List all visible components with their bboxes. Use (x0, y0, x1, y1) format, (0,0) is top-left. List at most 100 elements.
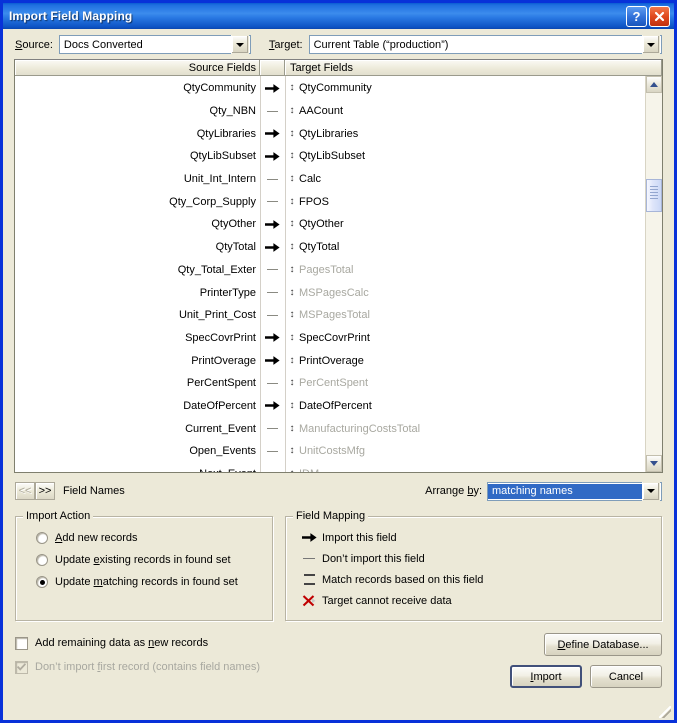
dash-icon[interactable] (260, 178, 285, 180)
dash-icon[interactable] (260, 428, 285, 430)
arrange-by-dropdown[interactable]: matching names (487, 481, 662, 501)
drag-handle-icon[interactable]: ↕ (285, 83, 299, 93)
table-row[interactable]: Qty_Corp_Supply ↕ FPOS (15, 190, 645, 213)
target-field-name: PerCentSpent (299, 377, 369, 390)
title-bar[interactable]: Import Field Mapping ? (3, 3, 674, 29)
arrow-icon[interactable] (260, 151, 285, 162)
window-title: Import Field Mapping (9, 9, 133, 23)
import-action-group: Import Action Add new records Update exi… (15, 510, 273, 621)
import-button[interactable]: Import (510, 665, 582, 688)
arrow-icon[interactable] (260, 128, 285, 139)
table-row[interactable]: QtyTotal ↕ QtyTotal (15, 236, 645, 259)
table-row[interactable]: Qty_NBN ↕ AACount (15, 100, 645, 123)
table-row[interactable]: SpecCovrPrint ↕ SpecCovrPrint (15, 327, 645, 350)
scroll-up-button[interactable] (646, 76, 662, 93)
dash-icon[interactable] (260, 382, 285, 384)
drag-handle-icon[interactable]: ↕ (285, 446, 299, 456)
define-database-label: Define Database... (557, 638, 649, 651)
scrollbar-track[interactable] (646, 93, 662, 455)
table-row[interactable]: QtyLibSubset ↕ QtyLibSubset (15, 145, 645, 168)
dash-icon[interactable] (260, 110, 285, 112)
column-header-target[interactable]: Target Fields (285, 60, 662, 75)
source-field-name: Next_Event (15, 468, 260, 472)
arrange-by-value: matching names (488, 483, 642, 499)
scrollbar-thumb[interactable] (646, 179, 662, 213)
drag-handle-icon[interactable]: ↕ (285, 423, 299, 434)
table-row[interactable]: Unit_Print_Cost ↕ MSPagesTotal (15, 304, 645, 327)
list-scrollbar[interactable] (645, 76, 662, 472)
arrow-icon[interactable] (260, 400, 285, 411)
drag-handle-icon[interactable]: ↕ (285, 310, 299, 320)
table-row[interactable]: Unit_Int_Intern ↕ Calc (15, 168, 645, 191)
import-field-mapping-dialog: Import Field Mapping ? Source: Docs Conv… (0, 0, 677, 723)
dash-icon (294, 558, 322, 559)
drag-handle-icon[interactable]: ↕ (285, 332, 299, 343)
drag-handle-icon[interactable]: ↕ (285, 151, 299, 161)
arrow-icon[interactable] (260, 332, 285, 343)
drag-handle-icon[interactable]: ↕ (285, 128, 299, 139)
dash-icon[interactable] (260, 201, 285, 203)
next-button[interactable]: >> (35, 482, 55, 500)
close-icon[interactable] (649, 5, 670, 27)
arrow-icon[interactable] (260, 219, 285, 230)
table-row[interactable]: QtyCommunity ↕ QtyCommunity (15, 77, 645, 100)
resize-grip-icon[interactable] (659, 706, 671, 718)
table-row[interactable]: DateOfPercent ↕ DateOfPercent (15, 395, 645, 418)
table-row[interactable]: QtyLibraries ↕ QtyLibraries (15, 122, 645, 145)
define-database-button[interactable]: Define Database... (544, 633, 662, 656)
source-label: Source: (15, 38, 53, 51)
column-divider (260, 76, 261, 472)
source-dropdown[interactable]: Docs Converted (58, 35, 251, 54)
arrow-icon[interactable] (260, 355, 285, 366)
red-x-icon (294, 594, 322, 607)
target-field-name: UnitCostsMfg (299, 445, 366, 458)
dash-icon[interactable] (260, 314, 285, 316)
radio-update-matching-records[interactable]: Update matching records in found set (24, 571, 264, 593)
table-row[interactable]: QtyOther ↕ QtyOther (15, 213, 645, 236)
target-dropdown[interactable]: Current Table (“production”) (308, 35, 662, 54)
table-row[interactable]: Next_Event ↕IDM (15, 463, 645, 472)
radio-add-new-records[interactable]: Add new records (24, 527, 264, 549)
arrow-icon[interactable] (260, 83, 285, 94)
radio-label: Add new records (55, 532, 138, 544)
table-row[interactable]: Qty_Total_Exter ↕ PagesTotal (15, 259, 645, 282)
drag-handle-icon[interactable]: ↕ (285, 219, 299, 229)
help-icon[interactable]: ? (626, 5, 647, 27)
source-field-name: PrinterType (199, 286, 256, 299)
drag-handle-icon[interactable]: ↕ (285, 355, 299, 366)
target-field-name: FPOS (299, 195, 329, 208)
drag-handle-icon[interactable]: ↕ (285, 378, 299, 388)
arrow-icon[interactable] (260, 242, 285, 253)
drag-handle-icon[interactable]: ↕ (285, 174, 299, 184)
dash-icon[interactable] (260, 450, 285, 452)
table-row[interactable]: PrinterType ↕ MSPagesCalc (15, 281, 645, 304)
target-field-name: AACount (299, 105, 344, 118)
drag-handle-icon[interactable]: ↕ (285, 287, 299, 298)
drag-handle-icon[interactable]: ↕ (285, 106, 299, 116)
field-names-nav: << >> (15, 482, 55, 500)
cancel-button[interactable]: Cancel (590, 665, 662, 688)
previous-button[interactable]: << (15, 482, 35, 500)
table-row[interactable]: Current_Event ↕ ManufacturingCostsTotal (15, 417, 645, 440)
dash-icon[interactable] (260, 292, 285, 294)
source-field-name: QtyCommunity (183, 82, 256, 95)
drag-handle-icon[interactable]: ↕ (285, 400, 299, 411)
dash-icon[interactable] (260, 269, 285, 271)
arrange-by-label: Arrange by: (425, 485, 482, 497)
column-header-source[interactable]: Source Fields (15, 60, 260, 75)
checkbox-skip-first-record: Don’t import first record (contains fiel… (15, 655, 510, 679)
checkbox-add-remaining-data[interactable]: Add remaining data as new records (15, 631, 510, 655)
table-row[interactable]: Open_Events ↕ UnitCostsMfg (15, 440, 645, 463)
drag-handle-icon[interactable]: ↕ (285, 196, 299, 207)
drag-handle-icon[interactable]: ↕ (285, 242, 299, 252)
target-field-name: PrintOverage (299, 354, 364, 367)
drag-handle-icon[interactable]: ↕ (285, 469, 299, 472)
source-target-row: Source: Docs Converted Target: Current T… (3, 29, 674, 59)
target-field-name: DateOfPercent (299, 399, 372, 412)
scroll-down-button[interactable] (646, 455, 662, 472)
table-row[interactable]: PerCentSpent ↕ PerCentSpent (15, 372, 645, 395)
table-row[interactable]: PrintOverage ↕ PrintOverage (15, 349, 645, 372)
drag-handle-icon[interactable]: ↕ (285, 264, 299, 275)
column-divider (285, 76, 286, 472)
radio-update-existing-records[interactable]: Update existing records in found set (24, 549, 264, 571)
